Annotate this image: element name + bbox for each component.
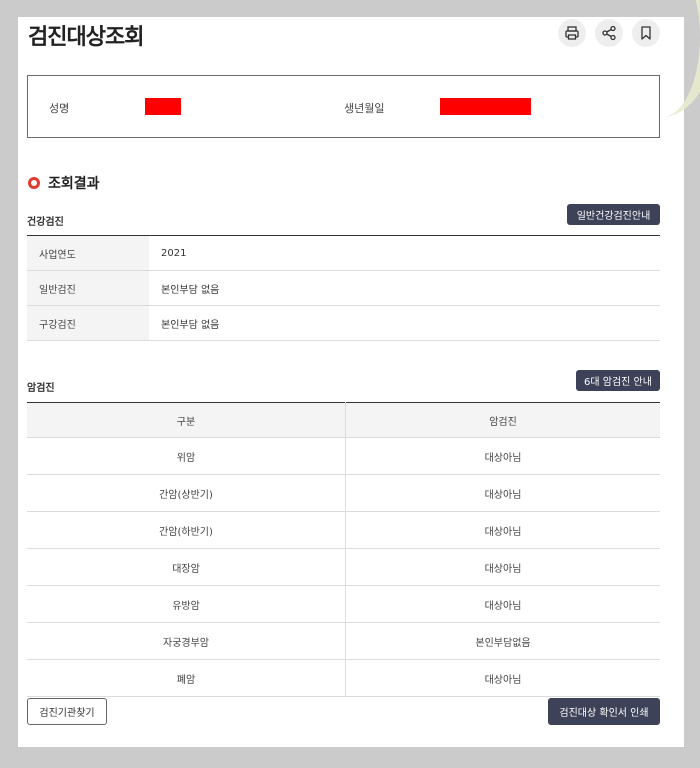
- page-title: 검진대상조회: [28, 25, 144, 50]
- cancer-type: 간암(하반기): [27, 511, 346, 549]
- table-row: 유방암 대상아님: [27, 585, 660, 623]
- results-title: 조회결과: [48, 176, 100, 192]
- person-info-box: 성명 생년월일: [27, 75, 660, 138]
- name-redaction: [145, 98, 181, 115]
- cancer-status: 대상아님: [345, 548, 660, 586]
- table-row: 간암(상반기) 대상아님: [27, 474, 660, 512]
- birth-redaction: [440, 98, 531, 115]
- row-value: 본인부담 없음: [149, 305, 660, 341]
- bookmark-button[interactable]: [632, 19, 660, 47]
- find-institution-button[interactable]: 검진기관찾기: [27, 698, 107, 725]
- cancer-status: 대상아님: [345, 474, 660, 512]
- cancer-status: 대상아님: [345, 585, 660, 623]
- table-header-row: 구분 암검진: [27, 402, 660, 438]
- health-check-table: 사업연도 2021 일반검진 본인부담 없음 구강검진 본인부담 없음: [27, 235, 660, 341]
- print-icon: [565, 26, 579, 40]
- row-value: 2021: [149, 235, 660, 271]
- cancer-check-table: 구분 암검진 위암 대상아님 간암(상반기) 대상아님 간암(하반기) 대상아님…: [27, 402, 660, 697]
- cancer-type: 유방암: [27, 585, 346, 623]
- table-row: 일반검진 본인부담 없음: [27, 270, 660, 306]
- name-label: 성명: [49, 102, 70, 115]
- cancer-checkup-guide-button[interactable]: 6대 암검진 안내: [576, 370, 660, 391]
- birth-label: 생년월일: [344, 102, 385, 115]
- table-row: 대장암 대상아님: [27, 548, 660, 586]
- print-certificate-button[interactable]: 검진대상 확인서 인쇄: [548, 698, 660, 725]
- table-row: 위암 대상아님: [27, 437, 660, 475]
- content-panel: 검진대상조회 성명 생년월일 조회결과 건강검진 일반건강검진안내 사업연도 2…: [18, 17, 684, 747]
- table-row: 자궁경부암 본인부담없음: [27, 622, 660, 660]
- row-key: 일반검진: [27, 270, 149, 306]
- health-check-title: 건강검진: [27, 217, 64, 228]
- table-row: 구강검진 본인부담 없음: [27, 305, 660, 341]
- row-key: 구강검진: [27, 305, 149, 341]
- general-checkup-guide-button[interactable]: 일반건강검진안내: [567, 204, 660, 225]
- cancer-type: 폐암: [27, 659, 346, 697]
- share-icon: [602, 25, 616, 41]
- cancer-check-title: 암검진: [27, 383, 55, 394]
- cancer-type: 자궁경부암: [27, 622, 346, 660]
- results-heading: 조회결과: [28, 173, 100, 193]
- table-row: 사업연도 2021: [27, 235, 660, 271]
- table-row: 간암(하반기) 대상아님: [27, 511, 660, 549]
- print-button[interactable]: [558, 19, 586, 47]
- bookmark-icon: [641, 26, 651, 40]
- location-pin-icon: [28, 177, 40, 189]
- cancer-type: 간암(상반기): [27, 474, 346, 512]
- share-button[interactable]: [595, 19, 623, 47]
- column-header: 구분: [27, 402, 346, 438]
- cancer-status: 대상아님: [345, 437, 660, 475]
- cancer-status: 본인부담없음: [345, 622, 660, 660]
- cancer-status: 대상아님: [345, 511, 660, 549]
- table-row: 폐암 대상아님: [27, 659, 660, 697]
- cancer-type: 대장암: [27, 548, 346, 586]
- row-value: 본인부담 없음: [149, 270, 660, 306]
- cancer-type: 위암: [27, 437, 346, 475]
- cancer-status: 대상아님: [345, 659, 660, 697]
- row-key: 사업연도: [27, 235, 149, 271]
- column-header: 암검진: [345, 402, 660, 438]
